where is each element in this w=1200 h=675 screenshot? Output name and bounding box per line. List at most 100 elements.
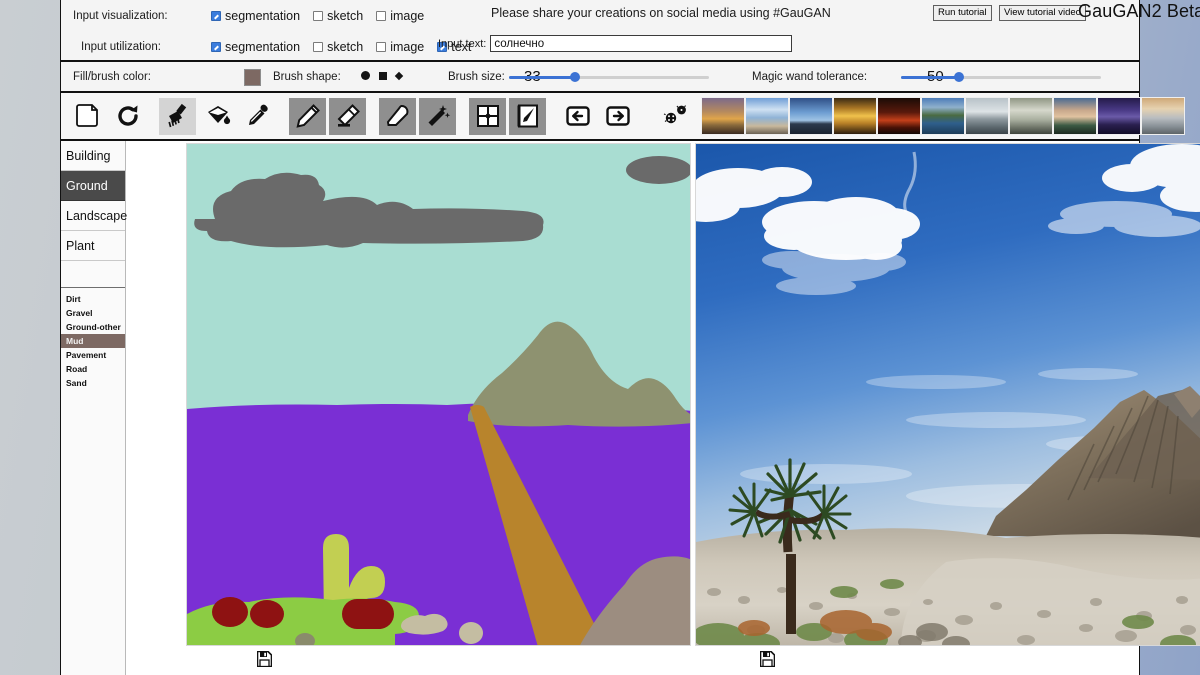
palette-category-building[interactable]: Building <box>61 141 125 171</box>
input-utilization-row: Input utilization: segmentation sketch i… <box>61 31 1139 62</box>
visualization-checkbox-group: segmentation sketch image <box>211 9 437 23</box>
palette-item-gravel[interactable]: Gravel <box>61 306 125 320</box>
brush-shape-diamond-icon[interactable] <box>394 71 404 80</box>
magic-wand-tolerance-label: Magic wand tolerance: <box>752 70 868 83</box>
util-checkbox-image[interactable]: image <box>376 40 424 54</box>
segmentation-canvas[interactable] <box>186 143 691 646</box>
brush-size-label: Brush size: <box>448 70 505 83</box>
palette-item-label: Road <box>66 364 88 374</box>
eyedropper-icon[interactable] <box>239 97 276 135</box>
arrow-right-icon[interactable] <box>599 97 636 135</box>
redo-icon[interactable] <box>109 97 146 135</box>
slider-fill <box>901 76 959 79</box>
brush-size-slider[interactable] <box>509 72 709 82</box>
checkbox-label: segmentation <box>225 39 301 54</box>
palette-item-ground-other[interactable]: Ground-other <box>61 320 125 334</box>
palette-item-label: Sand <box>66 378 87 388</box>
fill-color-swatch[interactable] <box>244 69 261 86</box>
viz-checkbox-sketch[interactable]: sketch <box>313 9 363 23</box>
tool-group-edit <box>379 96 459 136</box>
category-label: Plant <box>66 238 95 253</box>
checkbox-label: sketch <box>327 8 364 23</box>
palette-item-mud[interactable]: Mud <box>61 334 125 348</box>
tool-group-paint <box>159 96 279 136</box>
brush-shape-group <box>361 71 404 80</box>
checkbox-box[interactable] <box>211 41 221 52</box>
segmentation-drawing[interactable] <box>187 144 691 646</box>
thumb-purple-night[interactable] <box>1097 97 1141 135</box>
palette-item-dirt[interactable]: Dirt <box>61 292 125 306</box>
thumb-blue-horizon[interactable] <box>789 97 833 135</box>
input-text-label: Input text: <box>438 37 487 50</box>
eraser-sketch-icon[interactable] <box>329 97 366 135</box>
brush-settings-panel: Fill/brush color: Brush shape: Brush siz… <box>61 62 1139 93</box>
palette-item-pavement[interactable]: Pavement <box>61 348 125 362</box>
util-checkbox-sketch[interactable]: sketch <box>313 40 363 54</box>
thumb-sunset-cliff[interactable] <box>701 97 745 135</box>
tool-group-view <box>469 96 549 136</box>
thumb-foggy-shore[interactable] <box>1009 97 1053 135</box>
palette-divider <box>61 287 125 288</box>
view-tutorial-video-button[interactable]: View tutorial video <box>999 5 1086 21</box>
viz-checkbox-segmentation[interactable]: segmentation <box>211 9 300 23</box>
util-checkbox-segmentation[interactable]: segmentation <box>211 40 300 54</box>
viz-checkbox-image[interactable]: image <box>376 9 424 23</box>
checkbox-box[interactable] <box>313 10 324 21</box>
palette-category-ground[interactable]: Ground <box>61 171 125 201</box>
generated-image[interactable] <box>695 143 1200 646</box>
category-label: Ground <box>66 178 108 193</box>
brush-shape-circle-icon[interactable] <box>361 71 370 80</box>
app-title: GauGAN2 Beta <box>1078 1 1200 21</box>
thumb-beach-clouds[interactable] <box>745 97 789 135</box>
thumb-red-sunset[interactable] <box>877 97 921 135</box>
input-options-panel: Input visualization: segmentation sketch… <box>61 0 1200 62</box>
checkbox-label: segmentation <box>225 8 301 23</box>
pencil-icon[interactable] <box>289 97 326 135</box>
canvas-area <box>126 141 1200 675</box>
dice-icon[interactable] <box>661 103 689 129</box>
save-segmentation-icon[interactable] <box>256 650 273 672</box>
input-text-group: Input text: <box>438 35 793 52</box>
run-tutorial-button[interactable]: Run tutorial <box>933 5 992 21</box>
palette-item-road[interactable]: Road <box>61 362 125 376</box>
brush-icon[interactable] <box>159 97 196 135</box>
checkbox-label: image <box>390 39 425 54</box>
thumb-golden-sunset[interactable] <box>833 97 877 135</box>
input-utilization-label: Input utilization: <box>81 40 161 53</box>
tool-toolbar <box>61 93 1185 141</box>
sketchbook-icon[interactable] <box>509 97 546 135</box>
new-page-icon[interactable] <box>69 97 106 135</box>
magic-wand-tolerance-slider[interactable] <box>901 72 1101 82</box>
checkbox-box[interactable] <box>211 10 221 21</box>
workspace: Building Ground Landscape Plant Dirt Gra… <box>61 141 1200 675</box>
thumb-dusk-clouds[interactable] <box>1053 97 1097 135</box>
checkbox-box[interactable] <box>313 41 324 52</box>
checkbox-box[interactable] <box>376 10 387 21</box>
thumb-lake-mountain[interactable] <box>921 97 965 135</box>
arrow-left-icon[interactable] <box>559 97 596 135</box>
palette-category-plant[interactable]: Plant <box>61 231 125 261</box>
magic-wand-icon[interactable] <box>419 97 456 135</box>
save-output-icon[interactable] <box>759 650 776 672</box>
palette-item-sand[interactable]: Sand <box>61 376 125 390</box>
palette-item-label: Mud <box>66 336 84 346</box>
eraser-icon[interactable] <box>379 97 416 135</box>
tool-group-file <box>69 96 149 136</box>
share-message: Please share your creations on social me… <box>491 6 831 20</box>
palette-item-label: Pavement <box>66 350 107 360</box>
checkbox-label: sketch <box>327 39 364 54</box>
brush-shape-square-icon[interactable] <box>379 71 387 80</box>
thumb-pale-coast[interactable] <box>1141 97 1185 135</box>
grid-segment-icon[interactable] <box>469 97 506 135</box>
palette-item-label: Dirt <box>66 294 81 304</box>
checkbox-box[interactable] <box>376 41 387 52</box>
palette-item-label: Gravel <box>66 308 93 318</box>
palette-category-landscape[interactable]: Landscape <box>61 201 127 231</box>
paint-bucket-icon[interactable] <box>199 97 236 135</box>
fill-color-label: Fill/brush color: <box>73 70 151 83</box>
label-palette: Building Ground Landscape Plant Dirt Gra… <box>61 141 127 675</box>
thumb-grey-sea[interactable] <box>965 97 1009 135</box>
slider-knob[interactable] <box>954 72 964 82</box>
slider-knob[interactable] <box>570 72 580 82</box>
input-text-field[interactable] <box>490 35 793 52</box>
